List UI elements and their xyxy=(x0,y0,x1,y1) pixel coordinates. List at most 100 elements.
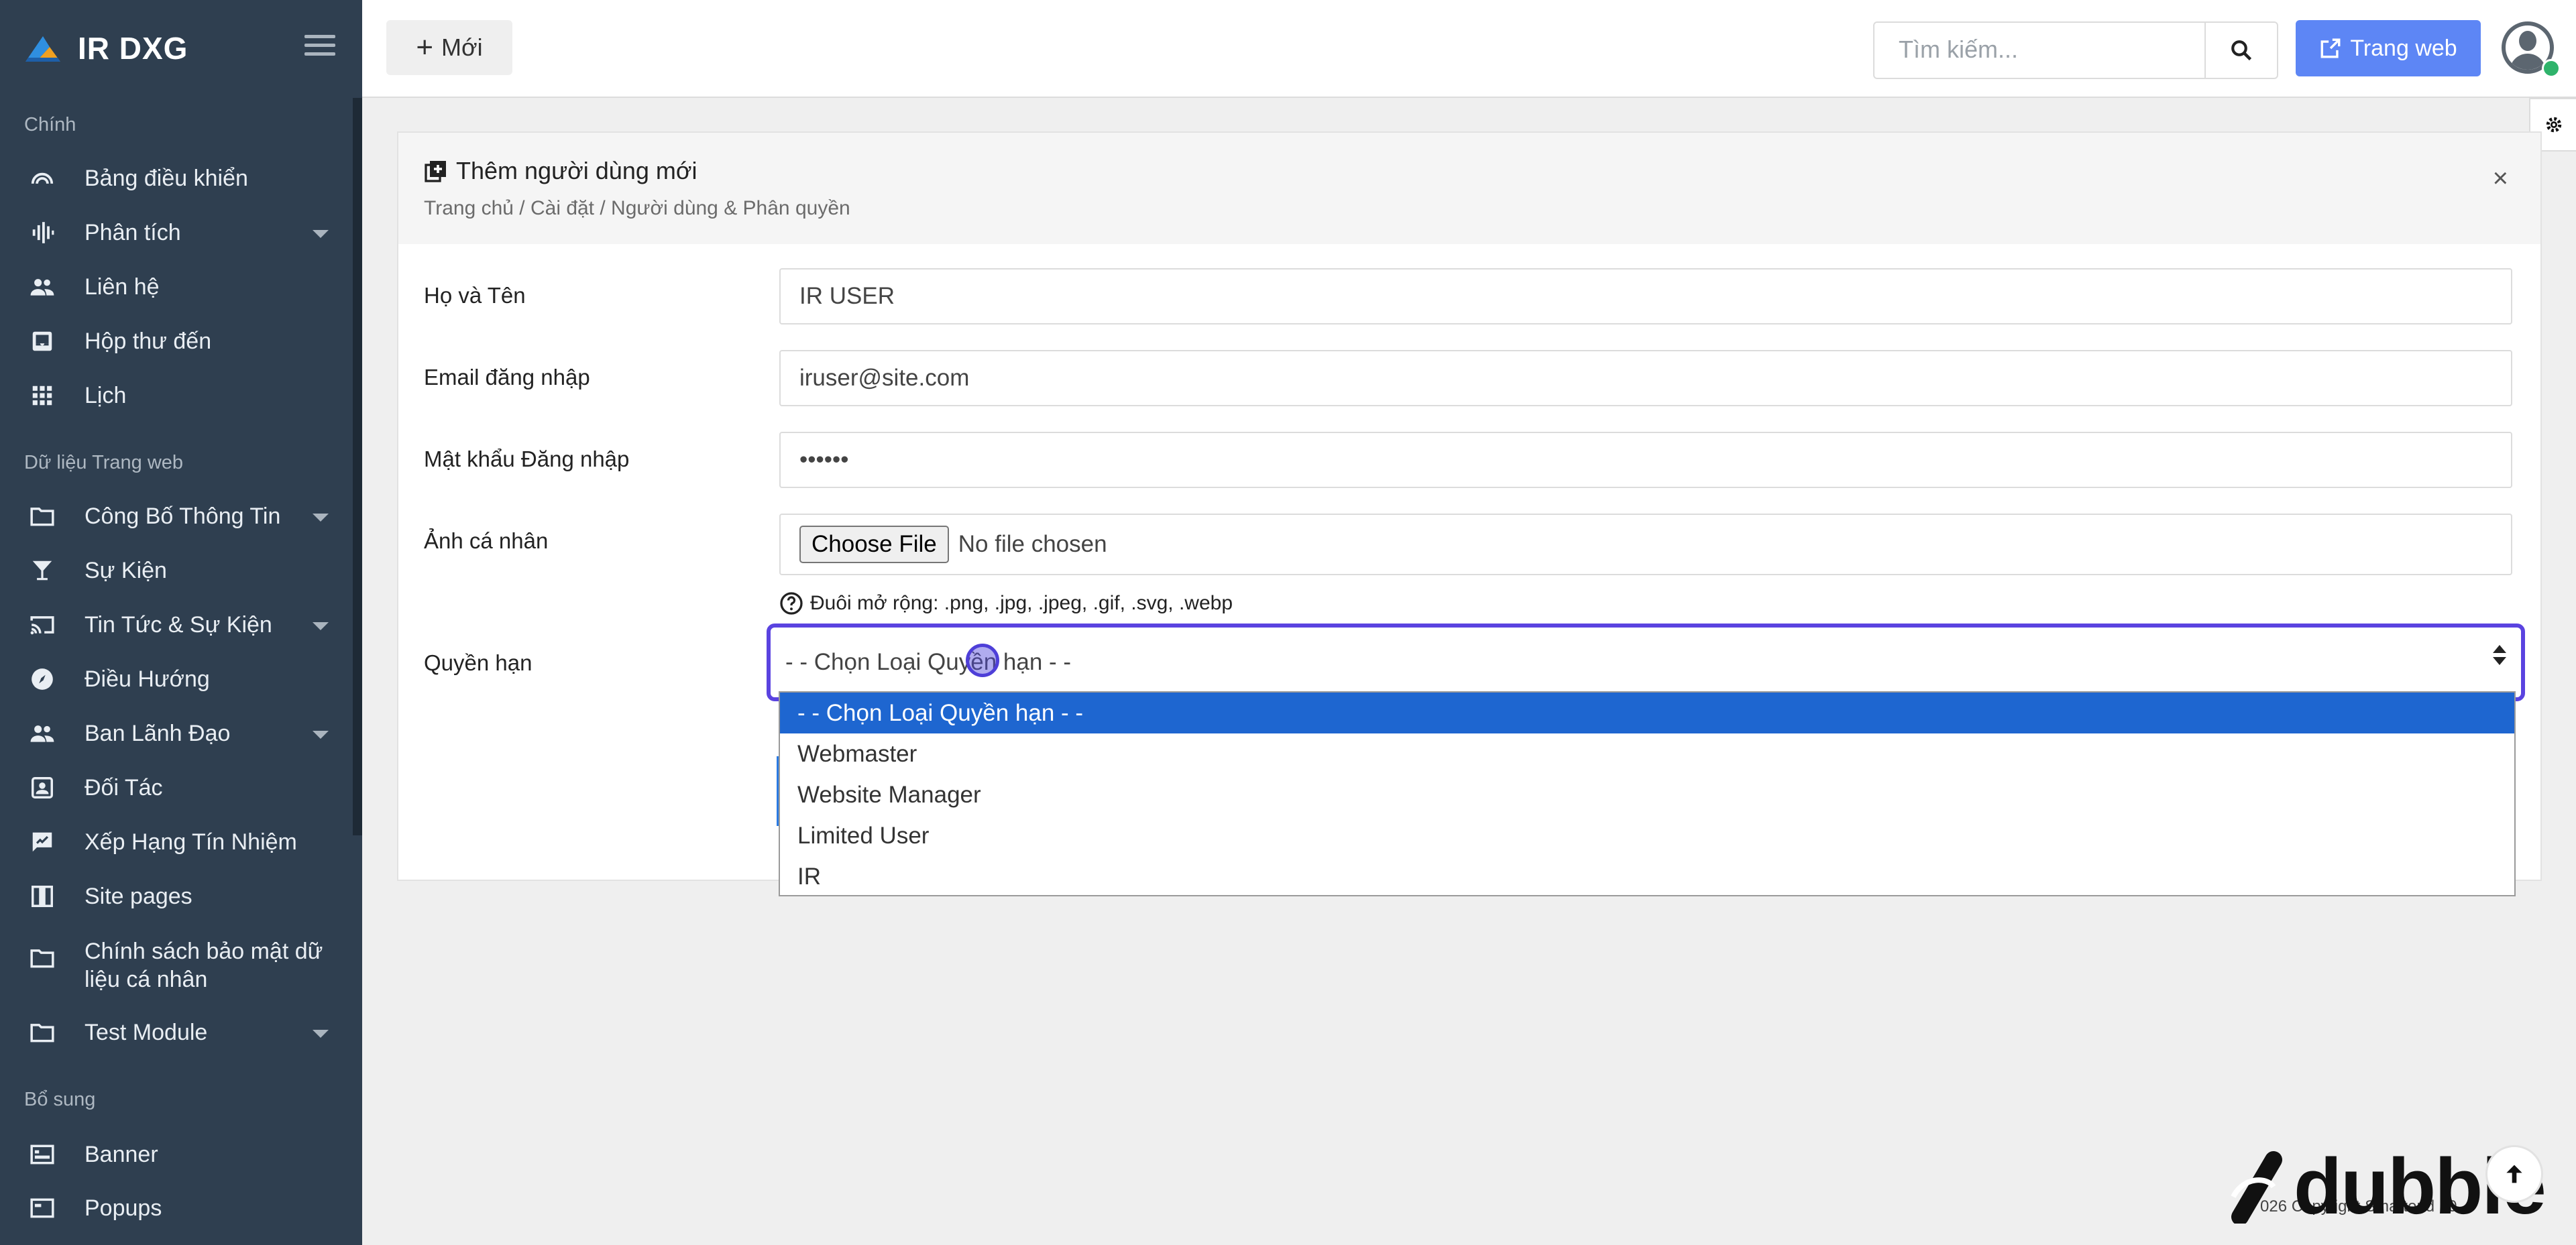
chevron-down-icon xyxy=(313,230,329,238)
dashboard-icon xyxy=(28,164,56,192)
close-icon[interactable]: × xyxy=(2493,164,2508,194)
sidebar-item-events[interactable]: Sự Kiện xyxy=(0,544,353,597)
partner-icon xyxy=(28,774,56,802)
website-button-label: Trang web xyxy=(2350,35,2457,61)
name-field[interactable]: IR USER xyxy=(779,268,2512,324)
sidebar-item-news[interactable]: Tin Tức & Sự Kiện xyxy=(0,598,353,652)
sidebar-item-calendar[interactable]: Lịch xyxy=(0,369,353,422)
sidebar-item-label: Test Module xyxy=(85,1019,208,1045)
sidebar-item-label: Điều Hướng xyxy=(85,666,210,692)
website-button[interactable]: Trang web xyxy=(2296,20,2481,76)
sidebar-item-label: Banner xyxy=(85,1141,158,1167)
analytics-icon xyxy=(28,219,56,247)
sidebar: IR DXG Chính Bảng điều khiển Phân tích L… xyxy=(0,0,362,1245)
page-title: Thêm người dùng mới xyxy=(424,157,697,185)
online-status-dot xyxy=(2542,59,2561,78)
sidebar-section-main: Chính xyxy=(24,114,76,135)
cast-icon xyxy=(28,611,56,639)
cursor-indicator xyxy=(966,644,999,677)
sidebar-item-label: Lịch xyxy=(85,382,127,408)
sidebar-item-contacts[interactable]: Liên hệ xyxy=(0,260,353,314)
card-header: Thêm người dùng mới Trang chủ / Cài đặt … xyxy=(398,133,2540,244)
add-box-icon xyxy=(425,161,446,182)
people-icon xyxy=(28,719,56,748)
help-circle-icon xyxy=(780,592,803,615)
role-label: Quyền hạn xyxy=(424,650,533,675)
folder-icon xyxy=(28,1018,56,1047)
file-status: No file chosen xyxy=(958,531,1107,557)
gear-icon xyxy=(2546,117,2562,133)
breadcrumb: Trang chủ / Cài đặt / Người dùng & Phân … xyxy=(424,197,850,219)
scroll-up-button[interactable] xyxy=(2485,1145,2543,1203)
compass-icon xyxy=(28,665,56,693)
sidebar-item-label: Ban Lãnh Đạo xyxy=(85,720,231,746)
new-button-label: Mới xyxy=(441,34,483,61)
chevron-down-icon xyxy=(313,1030,329,1038)
sidebar-item-inbox[interactable]: Hộp thư đến xyxy=(0,314,353,368)
search-icon xyxy=(2231,40,2252,61)
photo-file-input: Choose File No file chosen xyxy=(779,514,2512,575)
chevron-down-icon xyxy=(313,622,329,630)
sidebar-item-label: Tin Tức & Sự Kiện xyxy=(85,611,272,638)
sidebar-item-leadership[interactable]: Ban Lãnh Đạo xyxy=(0,707,353,760)
sidebar-item-test-module[interactable]: Test Module xyxy=(0,1006,353,1059)
page-title-text: Thêm người dùng mới xyxy=(456,157,697,184)
rating-icon xyxy=(28,828,56,856)
pages-icon xyxy=(28,882,56,910)
sidebar-section-website-data: Dữ liệu Trang web xyxy=(24,452,184,473)
sidebar-item-label: Liên hệ xyxy=(85,274,160,300)
contacts-icon xyxy=(28,273,56,301)
external-edit-icon xyxy=(2320,38,2341,58)
sidebar-item-partners[interactable]: Đối Tác xyxy=(0,761,353,815)
search-box xyxy=(1873,21,2278,79)
sidebar-item-label: Đối Tác xyxy=(85,774,163,801)
sidebar-item-label: Site pages xyxy=(85,883,192,909)
popup-icon xyxy=(28,1194,56,1222)
choose-file-button[interactable]: Choose File xyxy=(799,526,949,563)
sidebar-item-banner[interactable]: Banner xyxy=(0,1128,353,1181)
email-field[interactable]: iruser@site.com xyxy=(779,350,2512,406)
sidebar-item-popups[interactable]: Popups xyxy=(0,1181,353,1235)
sidebar-item-dashboard[interactable]: Bảng điều khiển xyxy=(0,152,353,205)
role-option-webmaster[interactable]: Webmaster xyxy=(780,733,2514,774)
sidebar-scrollbar[interactable] xyxy=(353,98,362,835)
menu-toggle-icon[interactable] xyxy=(304,35,335,59)
sidebar-item-label: Phân tích xyxy=(85,219,181,245)
brand-logo-icon xyxy=(25,36,60,62)
sidebar-item-credit-rating[interactable]: Xếp Hạng Tín Nhiệm xyxy=(0,815,353,869)
email-label: Email đăng nhập xyxy=(424,365,590,390)
role-option-ir[interactable]: IR xyxy=(780,856,2514,897)
folder-icon xyxy=(28,944,56,972)
sidebar-item-navigation[interactable]: Điều Hướng xyxy=(0,652,353,706)
role-dropdown-list: - - Chọn Loại Quyền hạn - - Webmaster We… xyxy=(779,691,2516,896)
glass-icon xyxy=(28,556,56,585)
sidebar-item-site-pages[interactable]: Site pages xyxy=(0,870,353,923)
role-select[interactable]: - - Chọn Loại Quyền hạn - - xyxy=(767,624,2525,701)
photo-hint-text: Đuôi mở rộng: .png, .jpg, .jpeg, .gif, .… xyxy=(810,592,1233,614)
brand[interactable]: IR DXG xyxy=(23,27,188,70)
sidebar-item-label: Sự Kiện xyxy=(85,557,167,583)
banner-icon xyxy=(28,1140,56,1169)
arrow-up-icon xyxy=(2506,1165,2522,1183)
calendar-grid-icon xyxy=(28,381,56,410)
sidebar-item-analytics[interactable]: Phân tích xyxy=(0,206,353,259)
topbar: + Mới Trang web xyxy=(362,0,2576,98)
sidebar-item-disclosure[interactable]: Công Bố Thông Tin xyxy=(0,489,353,543)
new-button[interactable]: + Mới xyxy=(386,20,512,75)
plus-icon: + xyxy=(416,31,434,64)
chevron-down-icon xyxy=(313,731,329,739)
sidebar-item-label: Xếp Hạng Tín Nhiệm xyxy=(85,829,297,855)
sidebar-item-label: Công Bố Thông Tin xyxy=(85,503,281,529)
sidebar-item-label: Hộp thư đến xyxy=(85,328,212,354)
inbox-icon xyxy=(28,327,56,355)
password-field[interactable]: •••••• xyxy=(779,432,2512,488)
role-option-limited-user[interactable]: Limited User xyxy=(780,815,2514,856)
dubble-logo-icon xyxy=(2231,1151,2282,1224)
brand-name: IR DXG xyxy=(78,31,188,66)
role-option-placeholder[interactable]: - - Chọn Loại Quyền hạn - - xyxy=(780,693,2514,733)
sidebar-item-label: Chính sách bảo mật dữ liệu cá nhân xyxy=(85,939,323,992)
sidebar-item-label: Bảng điều khiển xyxy=(85,165,248,191)
search-input[interactable] xyxy=(1874,23,2215,76)
search-button[interactable] xyxy=(2204,23,2277,78)
role-option-website-manager[interactable]: Website Manager xyxy=(780,774,2514,815)
